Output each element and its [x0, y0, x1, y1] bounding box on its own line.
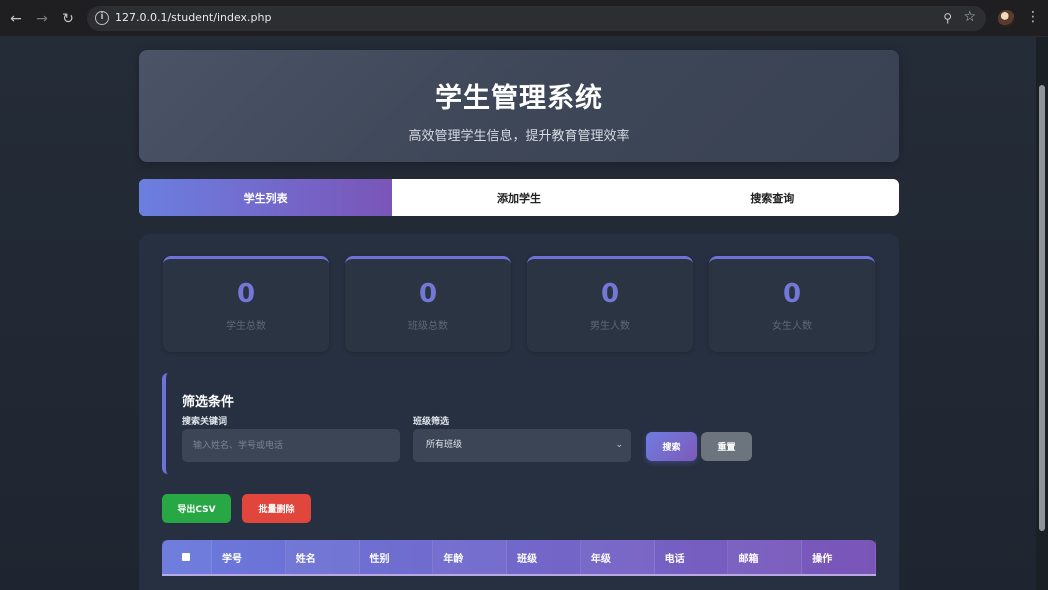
forward-arrow-icon[interactable]: → — [32, 9, 52, 29]
class-filter-label: 班级筛选 — [413, 417, 450, 427]
export-csv-button[interactable]: 导出CSV — [162, 494, 231, 523]
chevron-down-icon: ⌄ — [615, 440, 623, 450]
table-header: 学号 姓名 性别 年龄 班级 年级 电话 邮箱 操作 — [162, 540, 877, 576]
filter-title: 筛选条件 — [182, 395, 235, 410]
column-header-grade[interactable]: 年级 — [580, 540, 655, 574]
class-filter-value: 所有班级 — [426, 440, 463, 450]
tab-add-student[interactable]: 添加学生 — [392, 179, 645, 216]
student-list-panel: 0 学生总数 0 班级总数 0 男生人数 0 女生人数 筛选条件 搜索关键词 班… — [139, 234, 899, 590]
stat-label: 班级总数 — [408, 321, 448, 332]
back-arrow-icon[interactable]: ← — [6, 9, 26, 29]
browser-menu-icon[interactable]: ⋮ — [1026, 9, 1040, 29]
tab-search[interactable]: 搜索查询 — [646, 179, 899, 216]
bulk-delete-button[interactable]: 批量删除 — [242, 494, 311, 523]
select-all-cell — [162, 540, 212, 574]
bookmark-star-icon[interactable]: ☆ — [963, 9, 976, 25]
column-header-email[interactable]: 邮箱 — [728, 540, 803, 574]
stat-total-students: 0 学生总数 — [163, 256, 329, 352]
browser-toolbar: ← → ↻ i 127.0.0.1/student/index.php ⚲ ☆ … — [0, 0, 1048, 37]
page-subtitle: 高效管理学生信息，提升教育管理效率 — [408, 129, 630, 144]
profile-avatar[interactable] — [998, 10, 1015, 27]
stat-value: 0 — [418, 279, 438, 309]
column-header-name[interactable]: 姓名 — [285, 540, 360, 574]
reset-button[interactable]: 重置 — [701, 432, 752, 461]
reload-icon[interactable]: ↻ — [58, 9, 78, 29]
column-header-class[interactable]: 班级 — [507, 540, 581, 574]
tab-student-list[interactable]: 学生列表 — [139, 179, 393, 216]
url-text[interactable]: 127.0.0.1/student/index.php — [115, 11, 271, 24]
scrollbar-thumb[interactable] — [1039, 85, 1045, 531]
stat-label: 男生人数 — [590, 321, 630, 332]
select-all-checkbox[interactable] — [182, 553, 191, 561]
site-info-icon[interactable]: i — [95, 11, 109, 25]
zoom-icon[interactable]: ⚲ — [943, 11, 952, 25]
column-header-gender[interactable]: 性别 — [360, 540, 434, 574]
stat-label: 学生总数 — [226, 321, 266, 332]
stat-value: 0 — [236, 279, 256, 309]
stat-value: 0 — [600, 279, 620, 309]
page-scrollbar[interactable] — [1036, 37, 1048, 590]
search-button[interactable]: 搜索 — [646, 432, 697, 461]
address-bar[interactable]: i 127.0.0.1/student/index.php ⚲ ☆ — [87, 6, 986, 31]
main-tabs: 学生列表 添加学生 搜索查询 — [139, 179, 899, 216]
stat-total-classes: 0 班级总数 — [345, 256, 511, 352]
keyword-search-input[interactable] — [182, 429, 400, 462]
stat-male-count: 0 男生人数 — [527, 256, 693, 352]
class-filter-select[interactable]: 所有班级 ⌄ — [413, 429, 631, 462]
page-content: 学生管理系统 高效管理学生信息，提升教育管理效率 学生列表 添加学生 搜索查询 … — [0, 37, 1048, 590]
column-header-actions: 操作 — [802, 540, 877, 574]
keyword-label: 搜索关键词 — [182, 417, 228, 427]
column-header-student-id[interactable]: 学号 — [212, 540, 286, 574]
page-header: 学生管理系统 高效管理学生信息，提升教育管理效率 — [139, 50, 899, 162]
stat-value: 0 — [782, 279, 802, 309]
stat-female-count: 0 女生人数 — [709, 256, 875, 352]
stat-label: 女生人数 — [772, 321, 812, 332]
filter-section: 筛选条件 搜索关键词 班级筛选 所有班级 ⌄ 搜索 重置 — [162, 373, 876, 474]
column-header-age[interactable]: 年龄 — [433, 540, 508, 574]
page-title: 学生管理系统 — [435, 83, 603, 114]
column-header-phone[interactable]: 电话 — [655, 540, 729, 574]
